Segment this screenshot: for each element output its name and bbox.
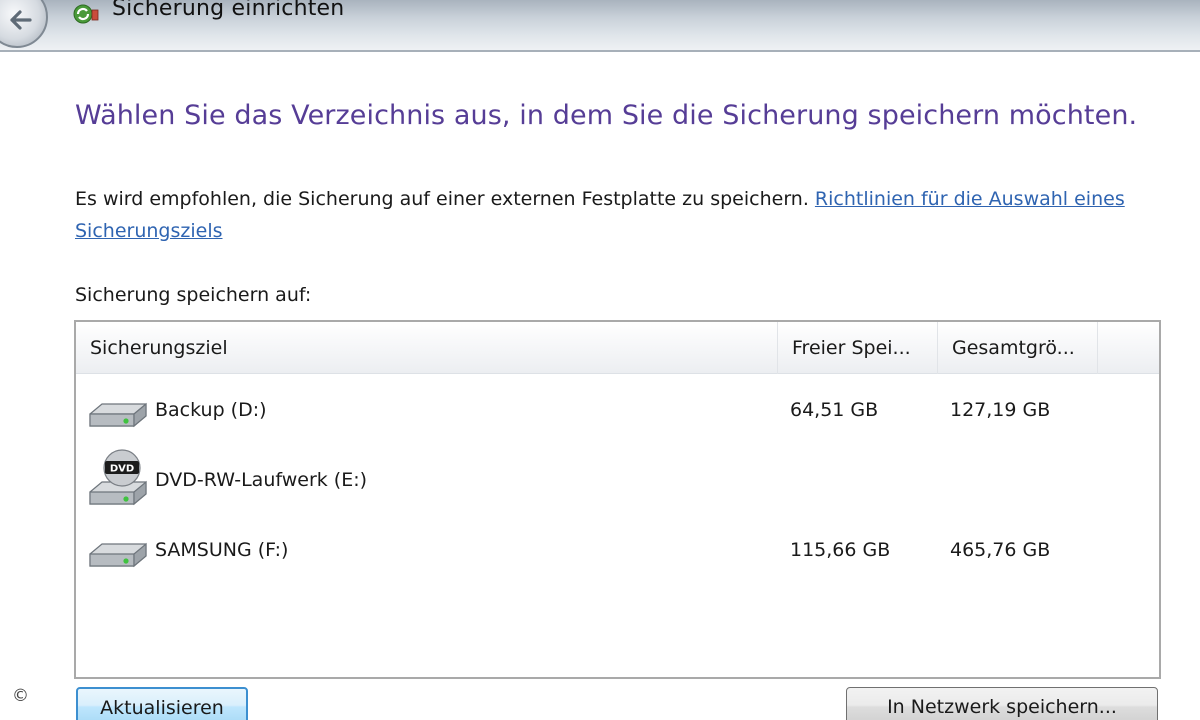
save-to-label: Sicherung speichern auf:: [75, 284, 312, 306]
backup-setup-window: Sicherung einrichten Wählen Sie das Verz…: [0, 0, 1200, 720]
drive-total-size: 127,19 GB: [950, 399, 1051, 421]
intro-paragraph: Es wird empfohlen, die Sicherung auf ein…: [75, 183, 1170, 247]
back-button[interactable]: [0, 0, 48, 48]
drive-name: DVD-RW-Laufwerk (E:): [155, 469, 368, 491]
list-item[interactable]: DVD DVD-RW-Laufwerk (E:): [76, 449, 1159, 516]
drive-name: Backup (D:): [155, 399, 267, 421]
back-arrow-icon: [10, 10, 32, 30]
backup-app-icon: [73, 4, 99, 24]
hard-drive-icon: [89, 402, 147, 428]
drive-total-size: 465,76 GB: [950, 539, 1051, 561]
backup-target-list[interactable]: Sicherungsziel Freier Spei... Gesamtgrö.…: [74, 320, 1161, 679]
dvd-drive-icon: DVD: [89, 449, 147, 506]
page-heading: Wählen Sie das Verzeichnis aus, in dem S…: [75, 100, 1138, 131]
list-item[interactable]: Backup (D:) 64,51 GB 127,19 GB: [76, 382, 1159, 448]
drive-free-space: 64,51 GB: [790, 399, 879, 421]
list-item[interactable]: SAMSUNG (F:) 115,66 GB 465,76 GB: [76, 522, 1159, 588]
copyright-mark: ©: [12, 686, 29, 706]
hard-drive-icon: [89, 542, 147, 568]
save-to-network-button[interactable]: In Netzwerk speichern...: [846, 687, 1158, 720]
svg-text:DVD: DVD: [110, 464, 134, 475]
column-header-free-space[interactable]: Freier Spei...: [778, 322, 938, 374]
column-header-total-size[interactable]: Gesamtgrö...: [938, 322, 1098, 374]
window-title: Sicherung einrichten: [112, 0, 345, 21]
drive-free-space: 115,66 GB: [790, 539, 891, 561]
intro-text: Es wird empfohlen, die Sicherung auf ein…: [75, 188, 815, 210]
drive-name: SAMSUNG (F:): [155, 539, 289, 561]
column-header-target[interactable]: Sicherungsziel: [76, 322, 778, 374]
list-header: Sicherungsziel Freier Spei... Gesamtgrö.…: [76, 322, 1159, 374]
refresh-button[interactable]: Aktualisieren: [76, 687, 248, 720]
title-bar: Sicherung einrichten: [0, 0, 1200, 52]
